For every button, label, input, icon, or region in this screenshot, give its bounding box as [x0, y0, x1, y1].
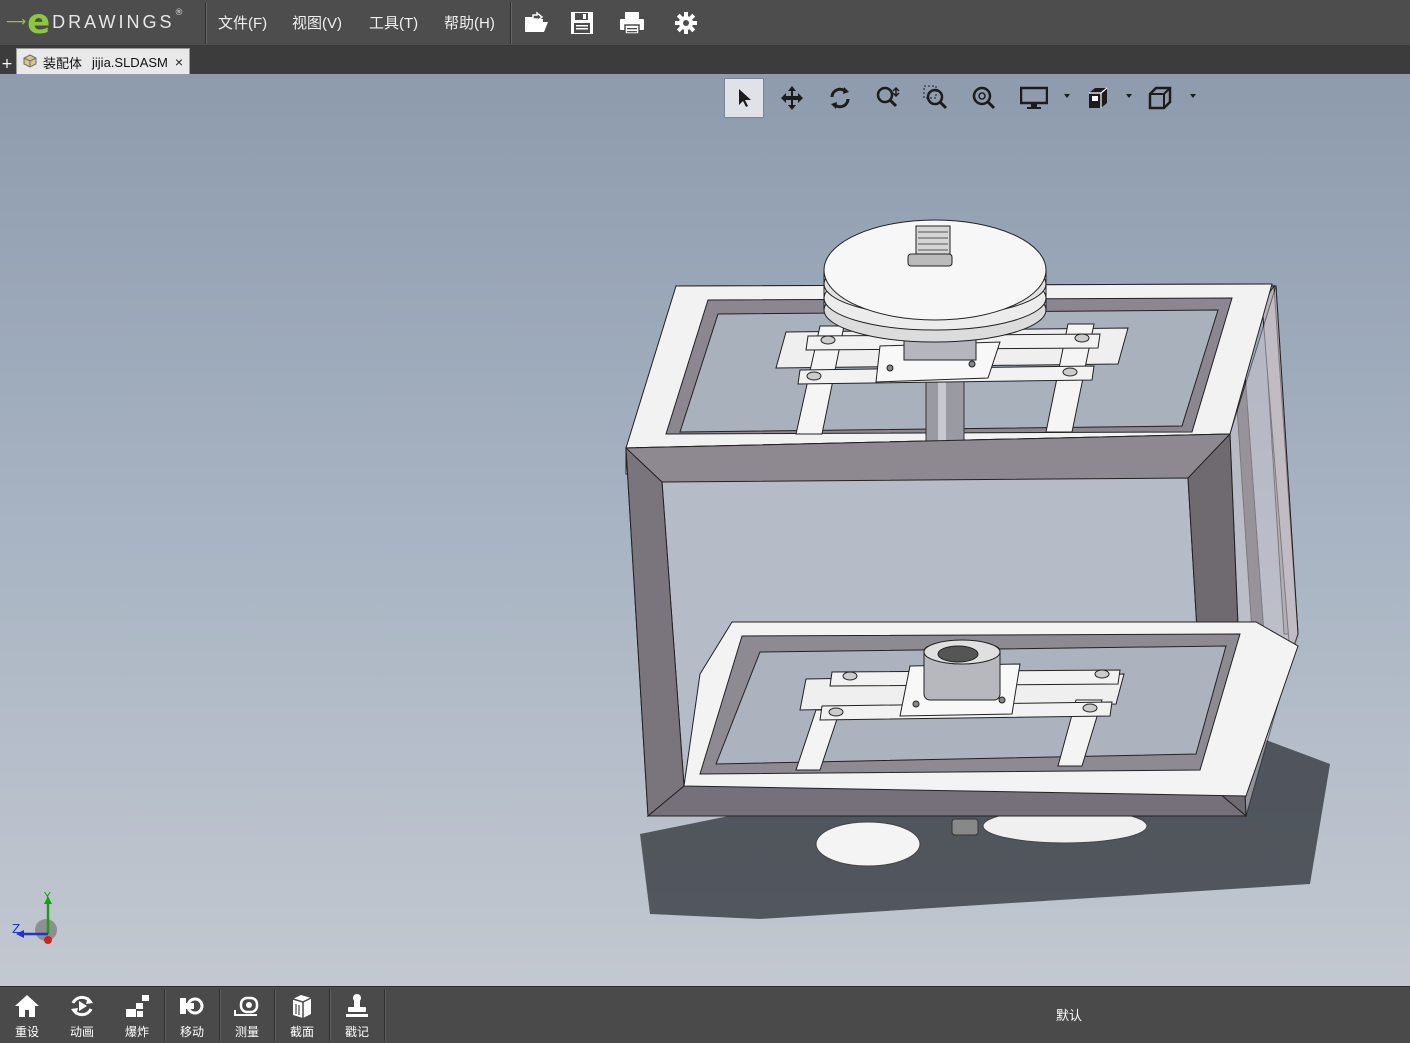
coordinate-triad: Y Z	[12, 890, 62, 952]
triad-z-label: Z	[12, 922, 21, 936]
tab-close-button[interactable]: ×	[175, 54, 183, 70]
top-bar: ⟶ e DRAWINGS ® 文件(F) 视图(V) 工具(T) 帮助(H)	[0, 0, 1410, 46]
reset-label: 重设	[14, 1025, 39, 1039]
tab-filename: jijia.SLDASM	[92, 54, 168, 70]
menu-file[interactable]: 文件(F)	[218, 12, 267, 33]
animate-label: 动画	[69, 1025, 94, 1039]
configuration-name[interactable]: 默认	[1056, 1005, 1082, 1024]
explode-label: 爆炸	[124, 1025, 149, 1039]
logo-word: DRAWINGS	[52, 11, 175, 32]
tab-row: + 装配体 jijia.SLDASM ×	[0, 46, 1410, 75]
stamp-button[interactable]: 戳记	[330, 987, 384, 1041]
move-icon	[180, 997, 204, 1015]
menu-help[interactable]: 帮助(H)	[444, 12, 495, 33]
section-label: 截面	[289, 1025, 314, 1039]
propeller-blade	[815, 821, 921, 867]
logo-registered: ®	[174, 8, 184, 18]
triad-axes-icon	[16, 896, 57, 944]
edrawings-logo: ⟶ e DRAWINGS ®	[6, 4, 183, 40]
divider	[510, 2, 511, 44]
stamp-label: 戳记	[344, 1025, 369, 1039]
explode-icon	[126, 995, 149, 1017]
tab-doc-type: 装配体	[43, 55, 83, 71]
save-icon	[571, 12, 593, 34]
print-icon	[620, 12, 644, 35]
open-icon	[525, 11, 548, 32]
logo-arrow-icon: ⟶	[6, 14, 27, 30]
measure-button[interactable]: 测量	[220, 987, 274, 1041]
model-3d-assembly	[625, 219, 1330, 919]
settings-gear-icon	[675, 12, 697, 34]
section-icon	[292, 995, 312, 1018]
explode-button[interactable]: 爆炸	[110, 987, 164, 1041]
animate-icon	[71, 995, 93, 1017]
triad-y-label: Y	[44, 890, 51, 903]
move-label: 移动	[179, 1025, 204, 1039]
reset-button[interactable]: 重设	[0, 987, 54, 1041]
logo-e: e	[27, 2, 51, 42]
measure-icon	[234, 996, 259, 1016]
settings-button[interactable]	[671, 8, 701, 38]
animate-button[interactable]: 动画	[55, 987, 109, 1041]
open-button[interactable]	[521, 8, 551, 38]
home-icon	[15, 995, 39, 1017]
divider	[384, 989, 385, 1041]
menu-tools[interactable]: 工具(T)	[369, 12, 418, 33]
tab-document[interactable]: 装配体 jijia.SLDASM ×	[16, 48, 190, 75]
stamp-icon	[346, 994, 368, 1017]
divider	[205, 2, 206, 44]
tab-expand-button[interactable]: +	[0, 56, 14, 72]
bottom-toolbar: 重设 动画 爆炸 移动 测量 截面 戳记 默认	[0, 986, 1410, 1043]
assembly-icon	[23, 53, 37, 71]
move-button[interactable]: 移动	[165, 987, 219, 1041]
section-button[interactable]: 截面	[275, 987, 329, 1041]
graphics-viewport[interactable]: Y Z	[0, 74, 1410, 986]
menu-view[interactable]: 视图(V)	[292, 12, 342, 33]
print-button[interactable]	[617, 8, 647, 38]
save-button[interactable]	[567, 8, 597, 38]
shaft-nut	[951, 818, 979, 836]
measure-label: 测量	[234, 1025, 259, 1039]
